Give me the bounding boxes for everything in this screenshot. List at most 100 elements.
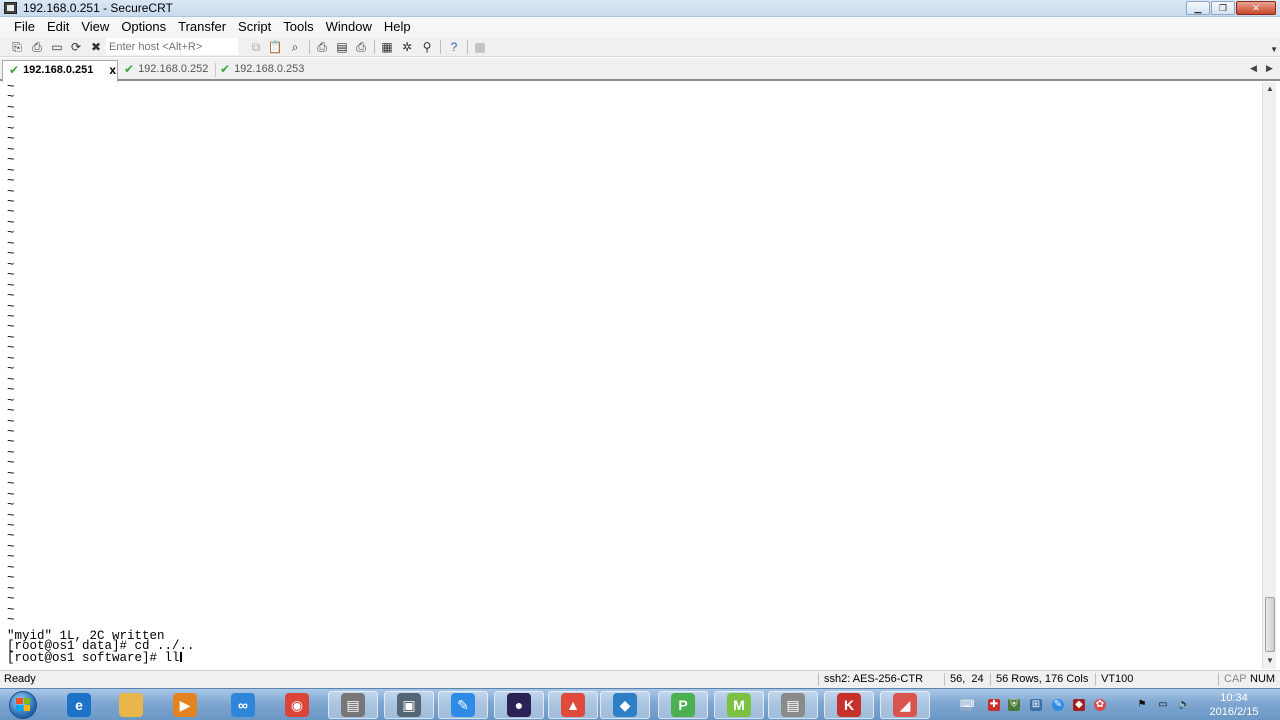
connect-in-tab-icon[interactable]: ▭ (49, 39, 65, 55)
taskbar-securefx-button[interactable]: ▣ (384, 691, 434, 719)
status-emulation: VT100 (1101, 673, 1134, 685)
print-icon[interactable]: ⎙ (353, 39, 369, 55)
volume-icon[interactable]: 🔈 (1178, 699, 1190, 711)
security-tray-icon[interactable]: ⛨ (1008, 699, 1020, 711)
start-button[interactable] (4, 689, 42, 720)
mindmap-icon: M (727, 693, 751, 717)
taskbar-mindmap-button[interactable]: M (714, 691, 764, 719)
disconnect-icon[interactable]: ✖ (88, 39, 104, 55)
pycharm-icon: P (671, 693, 695, 717)
toolbar-separator (467, 40, 468, 54)
status-separator (990, 673, 991, 686)
tab-session-253[interactable]: ✔ 192.168.0.253 (214, 60, 310, 81)
terminal-scrollbar[interactable]: ▲ ▼ (1262, 82, 1276, 669)
tab-label: 192.168.0.253 (234, 63, 305, 75)
taskbar-securecrt-2-button[interactable]: ▤ (768, 691, 818, 719)
restore-button[interactable]: ❐ (1211, 1, 1235, 15)
menu-tools[interactable]: Tools (277, 17, 319, 37)
status-separator (1218, 673, 1219, 686)
tab-scroll-left-icon[interactable]: ◀ (1250, 63, 1257, 74)
folder-tool-icon: ▲ (561, 693, 585, 717)
taskbar-baidu-cloud-button[interactable]: ∞ (218, 691, 268, 719)
taskbar-eraser-tool-button[interactable]: ◢ (880, 691, 930, 719)
status-num: NUM (1250, 673, 1276, 685)
internet-explorer-icon: e (67, 693, 91, 717)
quick-connect-icon[interactable]: ⎙ (29, 39, 45, 55)
menu-edit[interactable]: Edit (41, 17, 75, 37)
vim-empty-lines: ~ ~ ~ ~ ~ ~ ~ ~ ~ ~ ~ ~ ~ ~ ~ ~ ~ ~ ~ ~ … (7, 82, 15, 628)
securefx-icon: ▣ (397, 693, 421, 717)
taskbar-virtualbox-button[interactable]: ◆ (600, 691, 650, 719)
find-icon[interactable]: ⌕ (287, 39, 303, 55)
taskbar-chrome-button[interactable]: ◉ (272, 691, 322, 719)
session-options-icon[interactable]: ▦ (379, 39, 395, 55)
toolbar-separator (309, 40, 310, 54)
status-cipher: ssh2: AES-256-CTR (824, 673, 924, 685)
help-icon[interactable]: ? (446, 39, 462, 55)
taskbar-media-player-button[interactable]: ▶ (160, 691, 210, 719)
taskbar-folder-tool-button[interactable]: ▲ (548, 691, 598, 719)
print-screen-icon[interactable]: ⎙ (314, 39, 330, 55)
taskbar-securecrt-1-button[interactable]: ▤ (328, 691, 378, 719)
menu-file[interactable]: File (8, 17, 41, 37)
paste-icon[interactable]: 📋 (267, 39, 283, 55)
copy-icon[interactable]: ⧉ (248, 39, 264, 55)
session-tab-bar: ✔ 192.168.0.251 x ✔ 192.168.0.252 ✔ 192.… (0, 58, 1280, 83)
sftp-icon[interactable]: ▩ (472, 39, 488, 55)
baidu-cloud-icon: ∞ (231, 693, 255, 717)
note-app-icon: ✎ (451, 693, 475, 717)
tab-session-252[interactable]: ✔ 192.168.0.252 (118, 60, 214, 81)
menu-script[interactable]: Script (232, 17, 277, 37)
print-selection-icon[interactable]: ▤ (334, 39, 350, 55)
status-separator (1095, 673, 1096, 686)
scrollbar-thumb[interactable] (1265, 597, 1275, 652)
media-player-icon: ▶ (173, 693, 197, 717)
app-tray-icon[interactable]: ✿ (1094, 699, 1106, 711)
reconnect-icon[interactable]: ⟳ (68, 39, 84, 55)
system-clock[interactable]: 10:34 2016/2/15 (1200, 691, 1268, 719)
taskbar-pdf-reader-button[interactable]: K (824, 691, 874, 719)
menu-view[interactable]: View (75, 17, 115, 37)
virtualbox-icon: ◆ (613, 693, 637, 717)
taskbar-internet-explorer-button[interactable]: e (54, 691, 104, 719)
securecrt-app-icon[interactable] (4, 2, 17, 14)
host-input[interactable] (106, 38, 238, 55)
minimize-button[interactable]: ▁ (1186, 1, 1210, 15)
scroll-down-icon[interactable]: ▼ (1263, 654, 1277, 668)
connected-check-icon: ✔ (124, 62, 135, 76)
tab-scroll-right-icon[interactable]: ▶ (1266, 63, 1273, 74)
shield-tray-icon[interactable]: ◆ (1073, 699, 1085, 711)
connect-icon[interactable]: ⎘ (9, 39, 25, 55)
terminal-output: "myid" 1L, 2C written [root@os1 data]# cd… (7, 629, 195, 664)
network-icon[interactable]: ▭ (1157, 699, 1169, 711)
status-separator (944, 673, 945, 686)
keyboard-tray-icon[interactable]: ⌨ (960, 699, 974, 711)
scroll-up-icon[interactable]: ▲ (1263, 82, 1277, 96)
taskbar-file-explorer-button[interactable] (106, 691, 156, 719)
taskbar-note-app-button[interactable]: ✎ (438, 691, 488, 719)
windows-tray-icon[interactable]: ⊞ (1030, 699, 1042, 711)
toolbar-overflow-icon[interactable]: ▼ (1270, 45, 1278, 54)
cloud-tray-icon[interactable]: ✎ (1052, 699, 1064, 711)
tab-label: 192.168.0.251 (23, 64, 94, 76)
show-hidden-icons-icon[interactable]: ⚑ (1136, 699, 1148, 711)
keymap-icon[interactable]: ⚲ (419, 39, 435, 55)
tab-close-button[interactable]: x (109, 64, 116, 76)
terminal-screen[interactable]: ~ ~ ~ ~ ~ ~ ~ ~ ~ ~ ~ ~ ~ ~ ~ ~ ~ ~ ~ ~ … (0, 82, 1262, 669)
menu-help[interactable]: Help (378, 17, 417, 37)
connected-check-icon: ✔ (9, 63, 20, 77)
menu-transfer[interactable]: Transfer (172, 17, 232, 37)
chrome-icon: ◉ (285, 693, 309, 717)
antivirus-tray-icon[interactable]: ✚ (988, 699, 1000, 711)
status-bar: Ready ssh2: AES-256-CTR 56, 24 56 Rows, … (0, 670, 1280, 688)
tab-session-251[interactable]: ✔ 192.168.0.251 x (2, 60, 118, 83)
menu-window[interactable]: Window (320, 17, 378, 37)
taskbar-eclipse-button[interactable]: ● (494, 691, 544, 719)
taskbar-pycharm-button[interactable]: P (658, 691, 708, 719)
terminal-cursor (179, 651, 182, 662)
global-options-icon[interactable]: ✲ (399, 39, 415, 55)
connected-check-icon: ✔ (220, 62, 231, 76)
status-ready: Ready (4, 673, 36, 685)
menu-options[interactable]: Options (115, 17, 172, 37)
close-button[interactable]: ✕ (1236, 1, 1276, 15)
